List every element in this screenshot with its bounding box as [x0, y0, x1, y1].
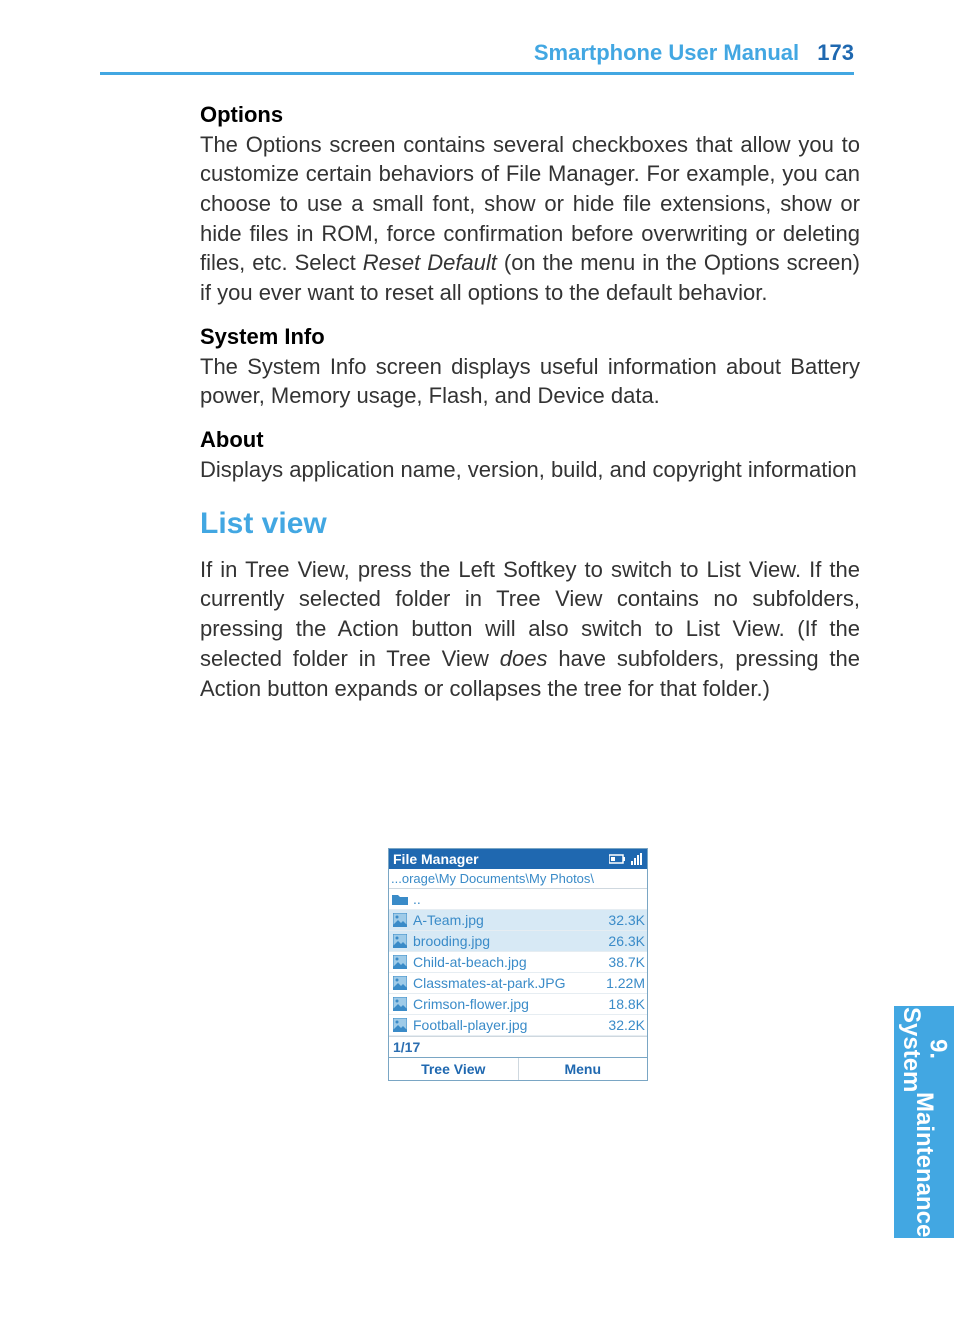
- file-name: brooding.jpg: [409, 933, 604, 949]
- softkey-right[interactable]: Menu: [519, 1058, 648, 1080]
- file-name: Crimson-flower.jpg: [409, 996, 604, 1012]
- file-size: 32.3K: [604, 912, 645, 928]
- page-header: Smartphone User Manual 173: [100, 40, 854, 66]
- section-list-view: If in Tree View, press the Left Softkey …: [200, 555, 860, 703]
- tab-name: Maintenance: [911, 1092, 937, 1237]
- file-row[interactable]: Child-at-beach.jpg 38.7K: [389, 952, 647, 973]
- emphasis: Reset Default: [363, 250, 497, 275]
- file-size: 38.7K: [604, 954, 645, 970]
- file-size: 18.8K: [604, 996, 645, 1012]
- header-rule: [100, 72, 854, 75]
- image-file-icon: [391, 913, 409, 927]
- image-file-icon: [391, 1018, 409, 1032]
- status-icons: [609, 853, 643, 865]
- image-file-icon: [391, 955, 409, 969]
- file-name: Child-at-beach.jpg: [409, 954, 604, 970]
- file-name: ..: [409, 891, 645, 907]
- file-name: A-Team.jpg: [409, 912, 604, 928]
- body-text: The System Info screen displays useful i…: [200, 354, 860, 409]
- file-size: 1.22M: [602, 975, 645, 991]
- section-title: About: [200, 427, 264, 452]
- signal-icon: [631, 853, 643, 865]
- file-size: 32.2K: [604, 1017, 645, 1033]
- page-number: 173: [817, 40, 854, 65]
- softkey-bar: Tree View Menu: [389, 1057, 647, 1080]
- section-title: Options: [200, 102, 283, 127]
- softkey-left[interactable]: Tree View: [389, 1058, 519, 1080]
- section-system-info: System Info The System Info screen displ…: [200, 322, 860, 411]
- body-text: Displays application name, version, buil…: [200, 457, 857, 482]
- app-title: File Manager: [393, 851, 479, 867]
- path-bar: ...orage\My Documents\My Photos\: [389, 869, 647, 889]
- section-options: Options The Options screen contains seve…: [200, 100, 860, 308]
- battery-icon: [609, 853, 627, 865]
- chapter-tab: 9. System Maintenance: [894, 1006, 954, 1238]
- file-row[interactable]: A-Team.jpg 32.3K: [389, 910, 647, 931]
- section-about: About Displays application name, version…: [200, 425, 860, 484]
- title-bar: File Manager: [389, 849, 647, 869]
- file-name: Classmates-at-park.JPG: [409, 975, 602, 991]
- up-dir-row[interactable]: ..: [389, 889, 647, 910]
- file-row[interactable]: Classmates-at-park.JPG 1.22M: [389, 973, 647, 994]
- file-row[interactable]: brooding.jpg 26.3K: [389, 931, 647, 952]
- item-counter: 1/17: [389, 1036, 647, 1057]
- manual-title: Smartphone User Manual: [534, 40, 799, 65]
- file-row[interactable]: Crimson-flower.jpg 18.8K: [389, 994, 647, 1015]
- heading-list-view: List view: [200, 504, 860, 545]
- folder-up-icon: [391, 893, 409, 905]
- emphasis: does: [500, 646, 548, 671]
- image-file-icon: [391, 934, 409, 948]
- file-manager-screenshot: File Manager ...orage\My Documents\My Ph…: [388, 848, 648, 1081]
- section-title: System Info: [200, 324, 325, 349]
- tab-chapter: 9. System: [898, 1007, 951, 1092]
- file-row[interactable]: Football-player.jpg 32.2K: [389, 1015, 647, 1036]
- image-file-icon: [391, 997, 409, 1011]
- page-content: Options The Options screen contains seve…: [200, 100, 860, 717]
- file-size: 26.3K: [604, 933, 645, 949]
- image-file-icon: [391, 976, 409, 990]
- file-name: Football-player.jpg: [409, 1017, 604, 1033]
